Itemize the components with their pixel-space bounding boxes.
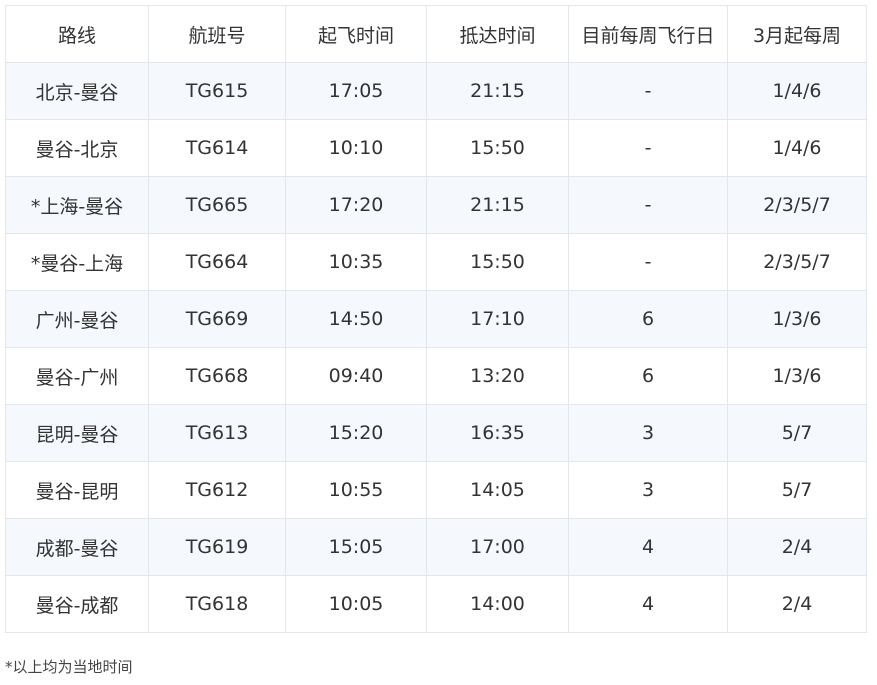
table-cell: 21:15 [427,63,569,120]
table-row: 北京-曼谷TG61517:0521:15-1/4/6 [6,63,867,120]
table-row: 曼谷-广州TG66809:4013:2061/3/6 [6,348,867,405]
table-cell: 4 [569,519,728,576]
table-cell: 14:00 [427,576,569,633]
table-cell: 1/4/6 [728,120,867,177]
table-cell: 13:20 [427,348,569,405]
table-cell: 2/4 [728,576,867,633]
table-cell: TG612 [149,462,286,519]
table-row: 昆明-曼谷TG61315:2016:3535/7 [6,405,867,462]
table-cell: 6 [569,291,728,348]
table-cell: 5/7 [728,462,867,519]
table-cell: 5/7 [728,405,867,462]
column-header: 航班号 [149,6,286,63]
flight-schedule-table: 路线航班号起飞时间抵达时间目前每周飞行日3月起每周 北京-曼谷TG61517:0… [5,5,867,633]
table-cell: 昆明-曼谷 [6,405,149,462]
table-cell: 10:55 [286,462,427,519]
table-cell: - [569,177,728,234]
table-cell: *上海-曼谷 [6,177,149,234]
table-cell: 15:20 [286,405,427,462]
table-cell: 3 [569,405,728,462]
table-cell: 曼谷-成都 [6,576,149,633]
table-cell: - [569,234,728,291]
column-header: 抵达时间 [427,6,569,63]
table-cell: 17:20 [286,177,427,234]
table-cell: TG619 [149,519,286,576]
table-cell: 17:05 [286,63,427,120]
table-row: *曼谷-上海TG66410:3515:50-2/3/5/7 [6,234,867,291]
column-header: 目前每周飞行日 [569,6,728,63]
column-header: 起飞时间 [286,6,427,63]
table-cell: 17:10 [427,291,569,348]
table-row: 曼谷-成都TG61810:0514:0042/4 [6,576,867,633]
table-cell: - [569,63,728,120]
table-cell: 1/4/6 [728,63,867,120]
table-cell: TG664 [149,234,286,291]
table-cell: TG665 [149,177,286,234]
table-cell: 14:50 [286,291,427,348]
table-cell: 14:05 [427,462,569,519]
table-cell: 15:50 [427,234,569,291]
table-cell: 2/4 [728,519,867,576]
table-cell: 10:35 [286,234,427,291]
footnote: *以上均为当地时间 [5,656,133,677]
table-row: 曼谷-昆明TG61210:5514:0535/7 [6,462,867,519]
table-cell: 1/3/6 [728,291,867,348]
table-row: 曼谷-北京TG61410:1015:50-1/4/6 [6,120,867,177]
table-cell: 10:05 [286,576,427,633]
table-cell: TG669 [149,291,286,348]
header-row: 路线航班号起飞时间抵达时间目前每周飞行日3月起每周 [6,6,867,63]
column-header: 3月起每周 [728,6,867,63]
table-row: 成都-曼谷TG61915:0517:0042/4 [6,519,867,576]
table-cell: 北京-曼谷 [6,63,149,120]
table-row: 广州-曼谷TG66914:5017:1061/3/6 [6,291,867,348]
column-header: 路线 [6,6,149,63]
table-cell: 曼谷-昆明 [6,462,149,519]
table-cell: 曼谷-北京 [6,120,149,177]
table-cell: 1/3/6 [728,348,867,405]
table-cell: 09:40 [286,348,427,405]
table-cell: 广州-曼谷 [6,291,149,348]
table-cell: 16:35 [427,405,569,462]
table-row: *上海-曼谷TG66517:2021:15-2/3/5/7 [6,177,867,234]
table-cell: TG614 [149,120,286,177]
table-cell: 15:05 [286,519,427,576]
table-cell: 4 [569,576,728,633]
table-cell: 6 [569,348,728,405]
table-cell: 15:50 [427,120,569,177]
table-cell: *曼谷-上海 [6,234,149,291]
table-cell: TG615 [149,63,286,120]
table-cell: TG668 [149,348,286,405]
table-cell: - [569,120,728,177]
table-cell: TG613 [149,405,286,462]
table-cell: 2/3/5/7 [728,177,867,234]
table-cell: 成都-曼谷 [6,519,149,576]
table-cell: 3 [569,462,728,519]
table-cell: 曼谷-广州 [6,348,149,405]
table-cell: TG618 [149,576,286,633]
table-cell: 21:15 [427,177,569,234]
table-cell: 17:00 [427,519,569,576]
table-cell: 10:10 [286,120,427,177]
table-cell: 2/3/5/7 [728,234,867,291]
